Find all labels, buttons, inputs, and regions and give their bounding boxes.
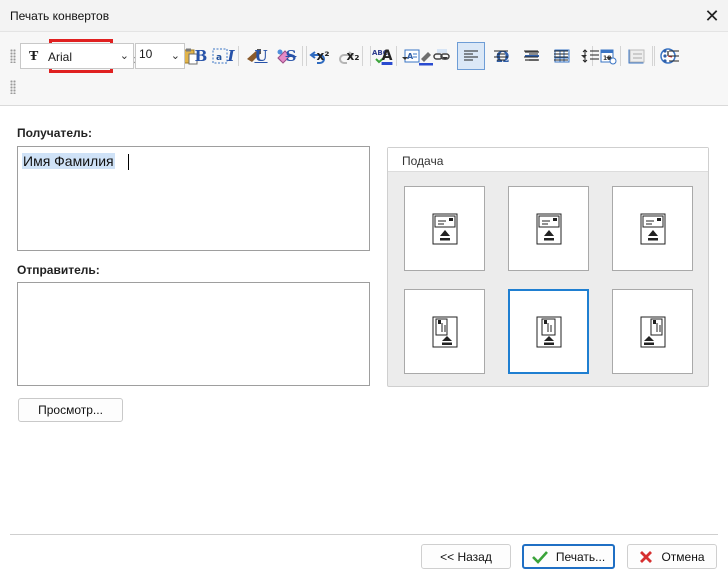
font-type-icon: Ŧ [29,49,39,64]
window-title: Печать конвертов [10,9,110,23]
justify-button[interactable] [548,43,574,69]
sender-field[interactable] [17,282,370,386]
recipient-field[interactable]: Имя Фамилия [17,146,370,251]
envelope-feed-vertical-icon [432,316,457,347]
back-button[interactable]: << Назад [421,544,511,569]
line-spacing-dropdown-icon[interactable] [602,46,616,70]
align-right-button[interactable] [518,43,544,69]
title-bar: Печать конвертов ✕ [0,0,728,32]
feed-option-4[interactable] [404,289,485,374]
recipient-text: Имя Фамилия [22,153,115,169]
print-button[interactable]: Печать... [522,544,615,569]
align-center-icon [494,50,508,61]
indent-button[interactable] [624,43,650,69]
underline-button[interactable]: U [248,43,274,69]
feed-option-2[interactable] [508,186,589,271]
chevron-down-icon: ⌄ [119,50,129,62]
feed-option-3[interactable] [612,186,693,271]
bold-button[interactable]: B [188,43,214,69]
cancel-button[interactable]: Отмена [627,544,717,569]
envelope-feed-horizontal-icon [640,213,665,244]
envelope-feed-vertical-icon [536,316,561,347]
align-center-button[interactable] [488,43,514,69]
cancel-button-label: Отмена [661,549,705,564]
feed-option-1[interactable] [404,186,485,271]
feed-option-6[interactable] [612,289,693,374]
checkmark-icon [531,550,548,564]
highlight-color-dropdown-icon[interactable] [438,46,452,70]
toolbar-grip[interactable] [10,49,16,63]
font-name-value: Arial [48,50,73,64]
font-size-select[interactable]: 10 ⌄ [135,43,185,69]
feed-panel-header: Подача [388,148,708,172]
preview-button[interactable]: Просмотр... [18,398,123,422]
indent-icon [629,49,645,63]
cross-icon [639,550,653,564]
recipient-value: Имя Фамилия [23,153,114,169]
recipient-label: Получатель: [17,126,92,140]
toolbar-separator [370,46,371,66]
font-name-select[interactable]: Ŧ Arial ⌄ [20,43,134,69]
highlight-color-icon[interactable] [414,45,438,69]
toolbar-separator [652,46,653,66]
bullet-list-icon [663,49,679,63]
align-right-icon [524,50,538,61]
print-button-label: Печать... [555,549,606,564]
superscript-button[interactable]: x² [310,43,336,69]
envelope-feed-horizontal-icon [432,213,457,244]
font-color-dropdown-icon[interactable] [398,46,412,70]
justify-icon [554,50,568,61]
toolbar-row-2 [0,71,728,103]
feed-panel: Подача [387,147,709,387]
font-size-value: 10 [139,47,153,61]
bullet-list-button[interactable] [658,43,684,69]
toolbar-grip[interactable] [10,80,16,94]
close-icon[interactable]: ✕ [696,0,728,32]
font-color-button[interactable]: A [374,43,400,69]
align-left-button[interactable] [457,42,485,70]
subscript-button[interactable]: x₂ [340,43,366,69]
envelope-feed-vertical-icon [640,316,665,347]
line-spacing-button[interactable] [578,43,604,69]
italic-button[interactable]: I [218,43,244,69]
toolbar-separator [620,46,621,66]
text-caret [128,154,129,170]
toolbar-separator [654,46,655,66]
toolbar-separator [306,46,307,66]
strikethrough-button[interactable]: S [278,43,304,69]
footer-divider [10,534,718,535]
sender-label: Отправитель: [17,263,100,277]
chevron-down-icon: ⌄ [170,50,180,62]
feed-option-5[interactable] [508,289,589,374]
line-spacing-icon [582,49,599,63]
align-left-icon [464,50,478,61]
feed-panel-title: Подача [402,154,444,168]
envelope-feed-horizontal-icon [536,213,561,244]
